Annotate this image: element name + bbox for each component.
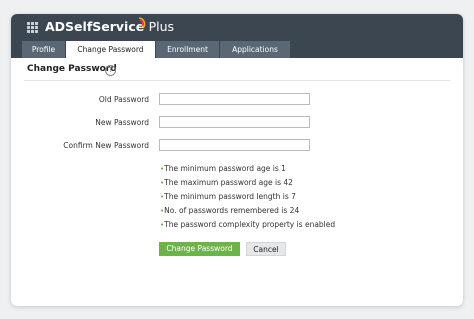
new-password-field[interactable] — [159, 116, 310, 128]
policy-rule-text: The minimum password length is 7 — [164, 192, 296, 201]
policy-rule: •The password complexity property is ena… — [160, 220, 335, 229]
page-title: Change Password — [27, 64, 117, 74]
title-divider — [24, 80, 450, 81]
confirm-password-field[interactable] — [159, 139, 310, 151]
logo-arc-icon — [138, 17, 146, 29]
app-header: ADSelfService Plus — [11, 14, 463, 40]
new-password-label: New Password — [95, 118, 149, 127]
tab-applications[interactable]: Applications — [220, 41, 291, 58]
tab-bar: Profile Change Password Enrollment Appli… — [11, 40, 463, 58]
brand-suffix: Plus — [148, 19, 175, 34]
policy-rule-text: The maximum password age is 42 — [164, 178, 293, 187]
old-password-label: Old Password — [98, 95, 149, 104]
policy-rule-text: No. of passwords remembered is 24 — [164, 206, 300, 215]
tab-profile[interactable]: Profile — [22, 41, 66, 58]
app-logo: ADSelfService Plus — [45, 19, 174, 34]
help-icon[interactable]: ? — [105, 65, 116, 76]
brand-name: ADSelfService — [45, 19, 145, 34]
tab-change-password[interactable]: Change Password — [66, 41, 156, 58]
change-password-panel: ADSelfService Plus Profile Change Passwo… — [11, 14, 463, 306]
policy-rule-text: The password complexity property is enab… — [164, 220, 336, 229]
cancel-button[interactable]: Cancel — [246, 242, 286, 256]
policy-rule: •The maximum password age is 42 — [160, 178, 293, 187]
policy-rule: •The minimum password age is 1 — [160, 164, 286, 173]
change-password-button[interactable]: Change Password — [159, 242, 240, 256]
policy-rule: •The minimum password length is 7 — [160, 192, 296, 201]
tab-enrollment[interactable]: Enrollment — [156, 41, 220, 58]
app-grid-icon[interactable] — [27, 22, 38, 33]
old-password-field[interactable] — [159, 93, 310, 105]
policy-rule-text: The minimum password age is 1 — [164, 164, 286, 173]
confirm-password-label: Confirm New Password — [63, 141, 149, 150]
policy-rule: •No. of passwords remembered is 24 — [160, 206, 299, 215]
